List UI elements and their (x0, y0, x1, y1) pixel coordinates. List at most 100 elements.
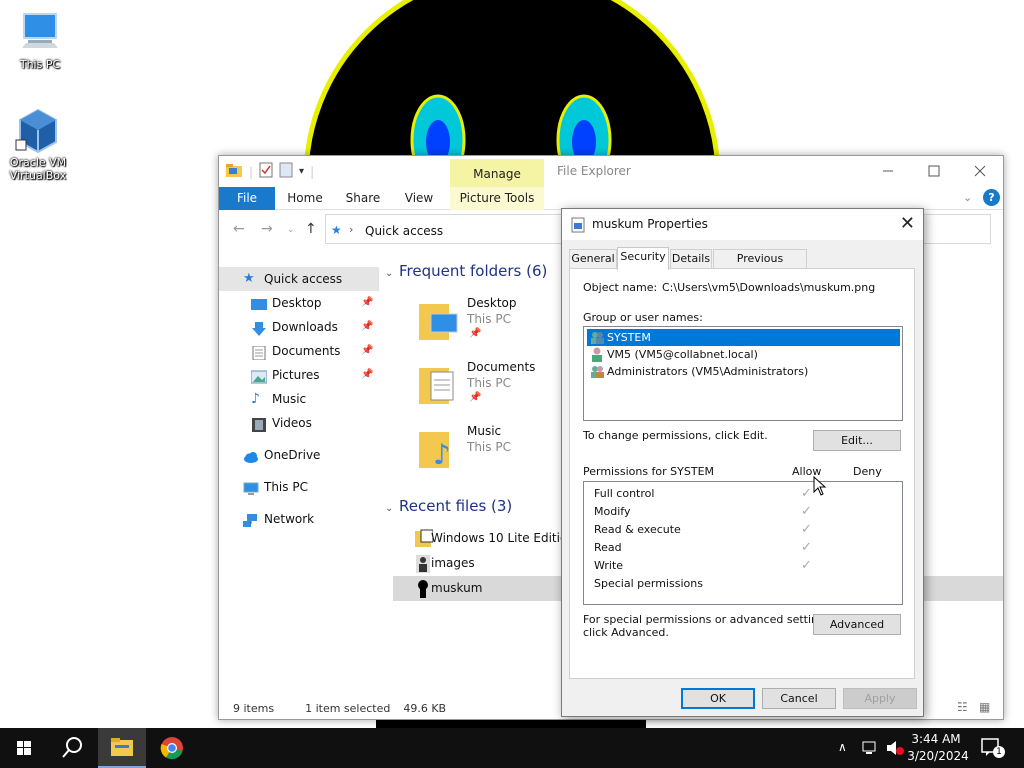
nav-item-network[interactable]: Network (219, 507, 379, 531)
nav-item-quick-access[interactable]: ★ Quick access (219, 267, 379, 291)
qat-dropdown-icon[interactable]: ▾ (299, 166, 304, 177)
dialog-titlebar: muskum Properties ✕ (562, 209, 923, 240)
user-list[interactable]: SYSTEM VM5 (VM5@collabnet.local) Adminis… (583, 326, 903, 421)
details-view-icon[interactable]: ☷ (957, 700, 968, 714)
tab-previous-versions[interactable]: Previous Versions (713, 249, 807, 283)
ok-button[interactable]: OK (681, 688, 755, 709)
clock-time[interactable]: 3:44 AM (906, 732, 966, 746)
music-folder-icon: ♪ (419, 432, 451, 470)
tab-details[interactable]: Details (670, 249, 712, 269)
taskbar-file-explorer[interactable] (98, 728, 146, 768)
close-icon (974, 165, 986, 177)
tab-view[interactable]: View (395, 187, 443, 210)
user-row-administrators[interactable]: Administrators (VM5\Administrators) (587, 363, 900, 380)
chevron-down-icon: ⌄ (385, 268, 394, 279)
edit-button[interactable]: Edit... (813, 430, 901, 451)
dialog-title: muskum Properties (592, 217, 708, 231)
nav-item-desktop[interactable]: Desktop 📌 (219, 291, 379, 315)
chrome-icon (160, 737, 183, 760)
manage-tab[interactable]: Manage (450, 159, 544, 187)
new-folder-icon[interactable] (279, 162, 293, 181)
permissions-list[interactable]: Full control ✓ Modify ✓ Read & execute ✓ Re… (583, 481, 903, 605)
help-icon[interactable]: ? (983, 189, 1000, 206)
dialog-tabs: General Security Details Previous Versio… (569, 247, 917, 283)
clock-date[interactable]: 3/20/2024 (906, 749, 970, 763)
properties-icon[interactable] (259, 162, 273, 181)
volume-muted-icon[interactable] (886, 740, 904, 756)
taskbar-chrome[interactable] (148, 728, 196, 768)
search-button[interactable] (48, 728, 96, 768)
star-icon: ★ (243, 271, 255, 286)
cloud-icon (243, 448, 259, 463)
show-hidden-icons-chevron-icon[interactable]: ∧ (838, 740, 847, 754)
recent-files-header[interactable]: ⌄ Recent files (3) (385, 497, 512, 515)
folder-icon[interactable] (225, 162, 243, 181)
close-button[interactable] (957, 156, 1003, 187)
special-permissions-text: For special permissions or advanced sett… (583, 613, 835, 626)
frequent-folders-header[interactable]: ⌄ Frequent folders (6) (385, 262, 547, 280)
user-row-vm5[interactable]: VM5 (VM5@collabnet.local) (587, 346, 900, 363)
maximize-button[interactable] (911, 156, 957, 187)
nav-item-videos[interactable]: Videos (219, 411, 379, 435)
nav-item-documents[interactable]: Documents 📌 (219, 339, 379, 363)
back-arrow-icon[interactable]: ← (233, 221, 245, 237)
object-name-label: Object name: (583, 281, 658, 294)
maximize-icon (928, 165, 940, 177)
film-icon (251, 416, 267, 432)
desktop-icon-virtualbox[interactable]: Oracle VM VirtualBox (0, 106, 76, 182)
notification-center-button[interactable]: 1 (980, 737, 1006, 759)
frequent-folder-desktop[interactable]: Desktop This PC 📌 (419, 296, 549, 352)
address-box[interactable] (325, 214, 565, 244)
user-row-system[interactable]: SYSTEM (587, 329, 900, 346)
windows-logo-icon (17, 741, 31, 755)
nav-item-this-pc[interactable]: This PC (219, 475, 379, 499)
group-names-label: Group or user names: (583, 311, 703, 324)
network-icon[interactable] (862, 740, 880, 756)
deny-column-header: Deny (853, 465, 882, 478)
permission-row: Read & execute ✓ (594, 522, 812, 537)
advanced-button[interactable]: Advanced (813, 614, 901, 635)
close-icon[interactable]: ✕ (900, 213, 915, 234)
tab-share[interactable]: Share (335, 187, 391, 210)
permission-row: Modify ✓ (594, 504, 812, 519)
apply-button[interactable]: Apply (843, 688, 917, 709)
tab-home[interactable]: Home (279, 187, 331, 210)
large-icons-view-icon[interactable]: ▦ (979, 700, 990, 714)
cancel-button[interactable]: Cancel (762, 688, 836, 709)
network-icon (243, 512, 259, 527)
nav-item-downloads[interactable]: Downloads 📌 (219, 315, 379, 339)
ribbon-expand-icon[interactable]: ⌄ (963, 191, 972, 204)
start-button[interactable] (0, 728, 48, 768)
permissions-for-label: Permissions for SYSTEM (583, 465, 715, 478)
status-item-count: 9 items (233, 702, 275, 715)
frequent-folder-documents[interactable]: Documents This PC 📌 (419, 360, 549, 416)
svg-text:♪: ♪ (433, 438, 451, 470)
minimize-button[interactable] (865, 156, 911, 187)
search-input[interactable] (919, 214, 991, 244)
nav-item-music[interactable]: ♪ Music (219, 387, 379, 411)
frequent-folder-music[interactable]: ♪ Music This PC (419, 424, 549, 480)
image-file-icon (418, 580, 428, 598)
permission-row: Write ✓ (594, 558, 812, 573)
monitor-icon (16, 8, 64, 56)
check-icon: ✓ (801, 558, 812, 573)
tab-security[interactable]: Security (617, 247, 669, 270)
desktop-icon-this-pc[interactable]: This PC (2, 8, 78, 71)
recent-locations-icon[interactable]: ⌄ (287, 225, 295, 235)
tab-general[interactable]: General (569, 249, 617, 269)
chevron-right-icon: › (349, 223, 354, 236)
change-permissions-text: To change permissions, click Edit. (583, 429, 768, 442)
nav-item-onedrive[interactable]: OneDrive (219, 443, 379, 467)
quick-access-toolbar: | ▾ | (225, 162, 314, 181)
tab-picture-tools[interactable]: Picture Tools (450, 187, 544, 210)
tab-file[interactable]: File (219, 187, 275, 210)
navigation-pane: ★ Quick access Desktop 📌 Downloads 📌 Doc… (219, 267, 379, 697)
check-icon: ✓ (801, 540, 812, 555)
up-arrow-icon[interactable]: ↑ (305, 221, 317, 237)
ribbon-tabs: File Home Share View Picture Tools ⌄ ? (219, 187, 1003, 210)
pin-icon: 📌 (361, 321, 374, 332)
search-icon (62, 737, 82, 758)
nav-item-pictures[interactable]: Pictures 📌 (219, 363, 379, 387)
users-icon (591, 366, 604, 378)
forward-arrow-icon[interactable]: → (261, 221, 273, 237)
